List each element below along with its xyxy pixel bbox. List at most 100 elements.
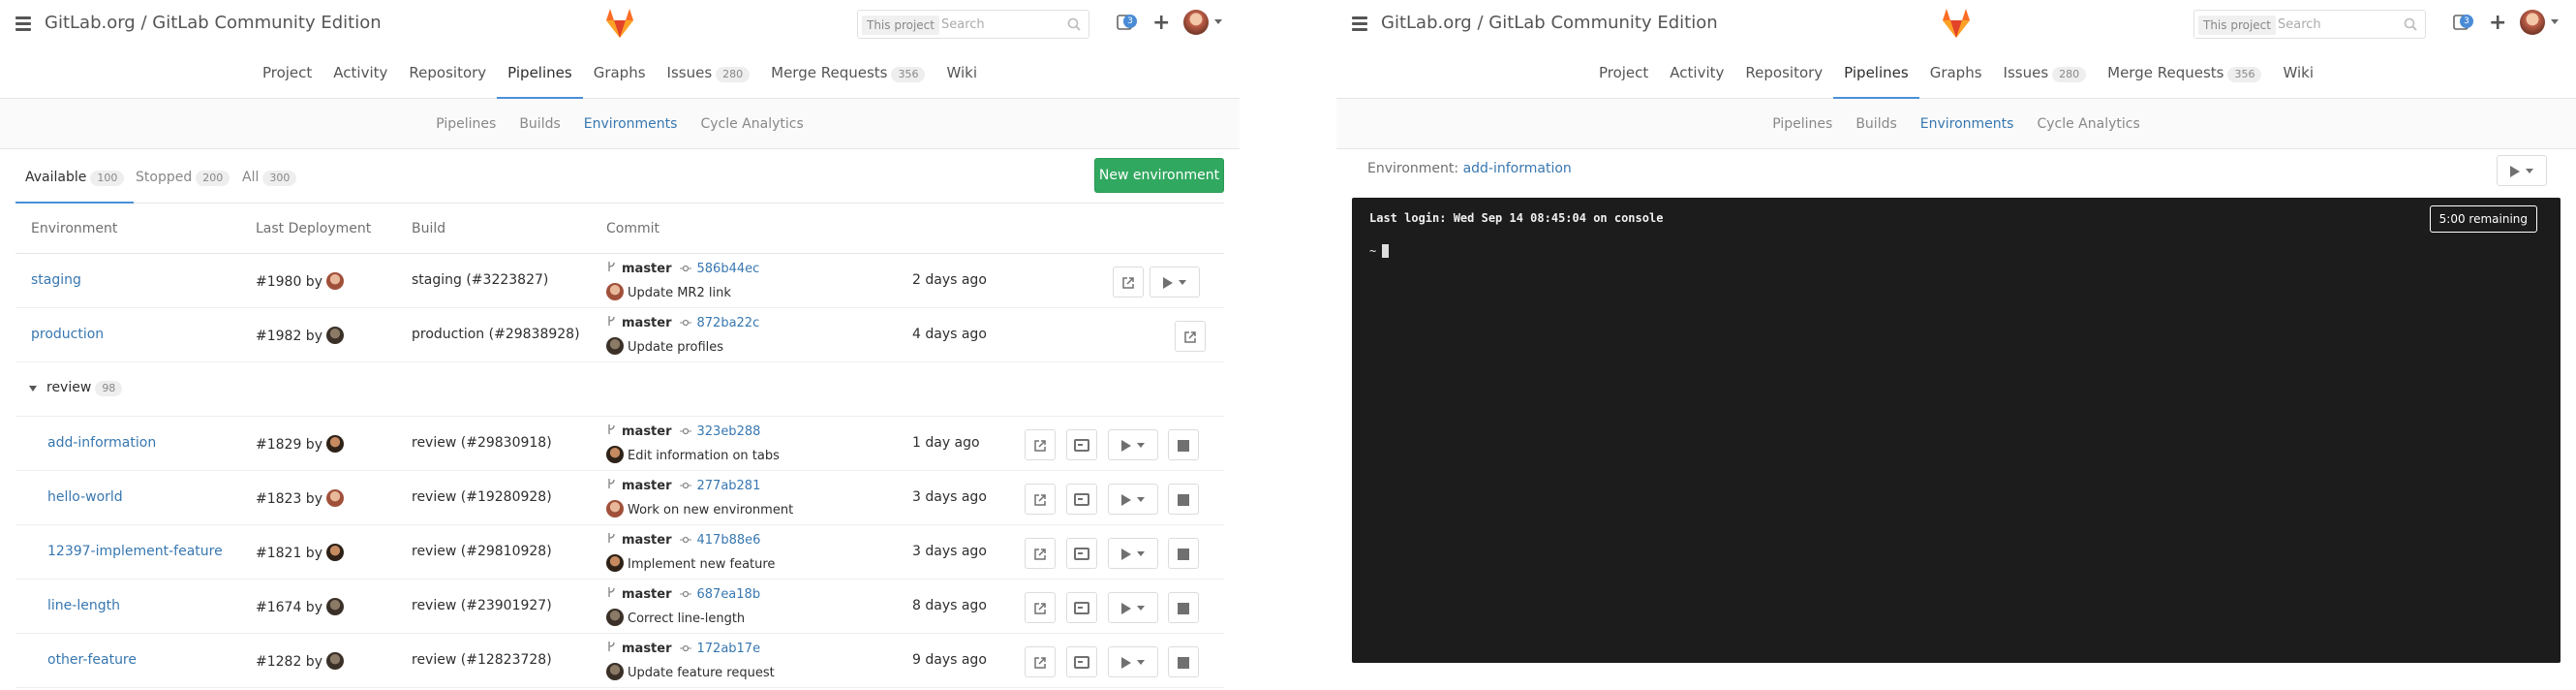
manual-actions-dropdown[interactable] <box>1108 592 1158 623</box>
commit-title[interactable]: Update profiles <box>628 340 723 355</box>
tab-stopped[interactable]: Stopped 200 <box>136 159 230 204</box>
hamburger-menu-icon[interactable] <box>1352 16 1367 31</box>
tab-merge-requests[interactable]: Merge Requests 356 <box>760 50 935 99</box>
manual-actions-dropdown[interactable] <box>1108 646 1158 677</box>
deployer-avatar[interactable] <box>325 327 344 344</box>
environment-link[interactable]: hello-world <box>47 489 123 505</box>
branch-name[interactable]: master <box>622 424 672 439</box>
tab-issues[interactable]: Issues 280 <box>657 50 761 99</box>
tab-issues[interactable]: Issues 280 <box>1993 50 2098 99</box>
tab-activity[interactable]: Activity <box>1659 50 1734 99</box>
stop-button[interactable] <box>1168 484 1199 515</box>
commit-sha-link[interactable]: 687ea18b <box>697 587 761 602</box>
subtab-environments[interactable]: Environments <box>572 99 690 149</box>
external-url-button[interactable] <box>1025 646 1056 677</box>
chevron-down-icon[interactable] <box>1214 19 1222 24</box>
new-environment-button[interactable]: New environment <box>1094 158 1224 193</box>
author-avatar[interactable] <box>606 663 624 680</box>
stop-button[interactable] <box>1168 646 1199 677</box>
commit-sha-link[interactable]: 586b44ec <box>697 262 760 276</box>
branch-name[interactable]: master <box>622 587 672 602</box>
environment-link[interactable]: add-information <box>47 435 156 451</box>
new-item-plus-icon[interactable]: + <box>1152 11 1170 35</box>
deployer-avatar[interactable] <box>325 272 344 290</box>
search-input[interactable]: This project Search <box>2193 10 2426 39</box>
external-url-button[interactable] <box>1175 321 1206 352</box>
external-url-button[interactable] <box>1025 538 1056 569</box>
commit-title[interactable]: Implement new feature <box>628 557 775 572</box>
deployer-avatar[interactable] <box>325 435 344 453</box>
tab-repository[interactable]: Repository <box>1734 50 1833 99</box>
external-url-button[interactable] <box>1025 429 1056 460</box>
chevron-down-icon[interactable] <box>29 386 37 392</box>
terminal-prompt[interactable]: ~ <box>1369 244 1390 258</box>
author-avatar[interactable] <box>606 446 624 463</box>
tab-wiki[interactable]: Wiki <box>935 50 988 99</box>
environment-folder-row[interactable]: review 98 <box>15 362 1224 417</box>
branch-name[interactable]: master <box>622 479 672 493</box>
tab-graphs[interactable]: Graphs <box>583 50 657 99</box>
commit-title[interactable]: Update feature request <box>628 666 775 680</box>
build-link[interactable]: staging (#3223827) <box>412 272 548 288</box>
subtab-environments[interactable]: Environments <box>1909 99 2026 149</box>
tab-all[interactable]: All 300 <box>242 159 297 204</box>
tab-activity[interactable]: Activity <box>322 50 398 99</box>
subtab-pipelines[interactable]: Pipelines <box>424 99 507 149</box>
deployer-avatar[interactable] <box>325 489 344 507</box>
deployer-avatar[interactable] <box>325 652 344 670</box>
build-link[interactable]: review (#19280928) <box>412 489 552 505</box>
tab-pipelines[interactable]: Pipelines <box>497 50 583 99</box>
tab-project[interactable]: Project <box>1588 50 1659 99</box>
subtab-pipelines[interactable]: Pipelines <box>1761 99 1844 149</box>
terminal-button[interactable] <box>1066 592 1097 623</box>
commit-sha-link[interactable]: 417b88e6 <box>697 533 761 548</box>
environment-link[interactable]: production <box>31 327 104 342</box>
subtab-cycle-analytics[interactable]: Cycle Analytics <box>2025 99 2151 149</box>
project-title[interactable]: GitLab.org / GitLab Community Edition <box>1381 13 1718 33</box>
manual-actions-dropdown[interactable] <box>1108 429 1158 460</box>
tab-merge-requests[interactable]: Merge Requests 356 <box>2097 50 2272 99</box>
external-url-button[interactable] <box>1113 267 1144 298</box>
manual-actions-dropdown[interactable] <box>2497 155 2547 186</box>
project-title[interactable]: GitLab.org / GitLab Community Edition <box>45 13 382 33</box>
author-avatar[interactable] <box>606 283 624 300</box>
commit-title[interactable]: Update MR2 link <box>628 286 731 300</box>
author-avatar[interactable] <box>606 554 624 572</box>
build-link[interactable]: review (#29810928) <box>412 544 552 559</box>
user-avatar[interactable] <box>1183 10 1209 35</box>
terminal-window[interactable]: Last login: Wed Sep 14 08:45:04 on conso… <box>1352 198 2561 663</box>
terminal-button[interactable] <box>1066 429 1097 460</box>
hamburger-menu-icon[interactable] <box>15 16 31 31</box>
author-avatar[interactable] <box>606 609 624 626</box>
branch-name[interactable]: master <box>622 262 672 276</box>
terminal-button[interactable] <box>1066 646 1097 677</box>
environment-link[interactable]: line-length <box>47 598 120 613</box>
author-avatar[interactable] <box>606 337 624 355</box>
commit-sha-link[interactable]: 277ab281 <box>697 479 761 493</box>
tab-repository[interactable]: Repository <box>398 50 497 99</box>
build-link[interactable]: review (#23901927) <box>412 598 552 613</box>
search-input[interactable]: This project Search <box>857 10 1089 39</box>
deployer-avatar[interactable] <box>325 544 344 561</box>
external-url-button[interactable] <box>1025 484 1056 515</box>
manual-actions-dropdown[interactable] <box>1108 538 1158 569</box>
commit-sha-link[interactable]: 323eb288 <box>697 424 761 439</box>
tab-wiki[interactable]: Wiki <box>2272 50 2324 99</box>
commit-sha-link[interactable]: 172ab17e <box>697 642 761 656</box>
branch-name[interactable]: master <box>622 533 672 548</box>
author-avatar[interactable] <box>606 500 624 518</box>
gitlab-logo-icon[interactable] <box>602 6 637 41</box>
external-url-button[interactable] <box>1025 592 1056 623</box>
deployer-avatar[interactable] <box>325 598 344 615</box>
subtab-builds[interactable]: Builds <box>507 99 571 149</box>
subtab-builds[interactable]: Builds <box>1844 99 1908 149</box>
gitlab-logo-icon[interactable] <box>1939 6 1974 41</box>
folder-name[interactable]: review 98 <box>46 380 123 396</box>
environment-link[interactable]: staging <box>31 272 81 288</box>
commit-title[interactable]: Work on new environment <box>628 503 793 518</box>
tab-available[interactable]: Available 100 <box>15 159 135 204</box>
user-avatar[interactable] <box>2520 10 2545 35</box>
environment-link[interactable]: 12397-implement-feature <box>47 544 223 559</box>
new-item-plus-icon[interactable]: + <box>2489 11 2506 35</box>
subtab-cycle-analytics[interactable]: Cycle Analytics <box>689 99 814 149</box>
